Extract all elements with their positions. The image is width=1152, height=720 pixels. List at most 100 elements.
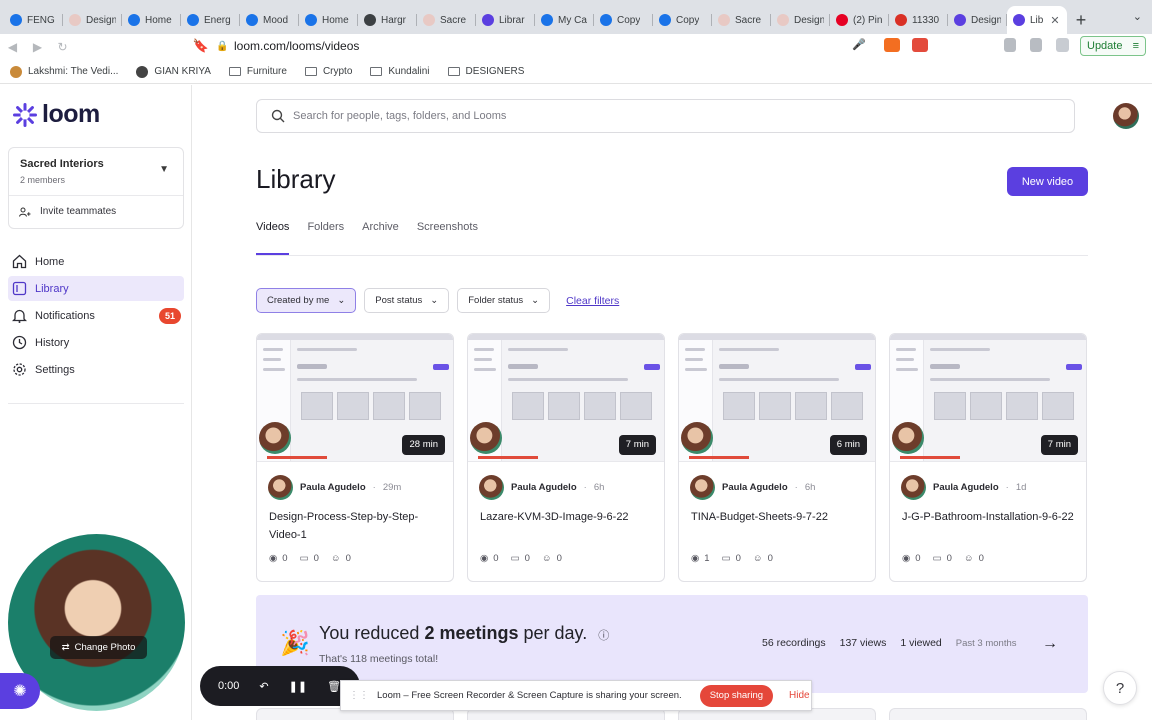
browser-tab[interactable]: Sacre bbox=[712, 6, 771, 34]
bookmark-item[interactable]: Lakshmi: The Vedi... bbox=[10, 65, 118, 78]
video-thumbnail[interactable]: 7 min bbox=[890, 334, 1086, 462]
tab-favicon-icon bbox=[895, 14, 907, 26]
browser-tab[interactable]: Home bbox=[299, 6, 358, 34]
tab-videos[interactable]: Videos bbox=[256, 221, 290, 255]
pause-icon[interactable]: ❚❚ bbox=[289, 680, 307, 693]
browser-tab[interactable]: Hargr bbox=[358, 6, 417, 34]
bookmark-item[interactable]: Furniture bbox=[228, 66, 287, 77]
browser-tab[interactable]: Lib ✕ bbox=[1007, 6, 1067, 34]
mic-icon[interactable]: 🎤 bbox=[852, 38, 866, 51]
reload-icon[interactable]: ↻ bbox=[50, 40, 75, 54]
clear-filters-link[interactable]: Clear filters bbox=[566, 295, 619, 307]
filter-dropdown[interactable]: Post status ⌄ bbox=[364, 288, 450, 313]
user-avatar[interactable] bbox=[1113, 103, 1139, 129]
sidebar-item-history[interactable]: History bbox=[8, 330, 184, 355]
video-thumbnail[interactable]: 6 min bbox=[679, 334, 875, 462]
thumbnail-detail bbox=[297, 378, 417, 381]
thumbnail-detail bbox=[723, 392, 755, 420]
video-thumbnail[interactable]: 7 min bbox=[468, 334, 664, 462]
video-thumbnail[interactable]: 28 min bbox=[257, 334, 453, 462]
hide-button[interactable]: Hide bbox=[789, 690, 810, 701]
browser-tab[interactable]: Design bbox=[948, 6, 1007, 34]
tab-search-icon[interactable]: ⌄ bbox=[1133, 10, 1142, 23]
search-input[interactable]: Search for people, tags, folders, and Lo… bbox=[293, 110, 506, 122]
browser-tab[interactable]: Energ bbox=[181, 6, 240, 34]
media-controls-icon[interactable] bbox=[1030, 38, 1042, 52]
video-title[interactable]: Design-Process-Step-by-Step-Video-1 bbox=[269, 508, 445, 544]
brave-rewards-icon[interactable] bbox=[912, 38, 928, 52]
bookmark-item[interactable]: GIAN KRIYA bbox=[136, 65, 211, 78]
sidebar-item-library[interactable]: Library bbox=[8, 276, 184, 301]
comment-icon: ▭ bbox=[299, 553, 309, 564]
sidebar-item-notifications[interactable]: Notifications 51 bbox=[8, 303, 184, 328]
bookmark-item[interactable]: DESIGNERS bbox=[447, 66, 524, 77]
library-tabs: Videos Folders Archive Screenshots bbox=[256, 221, 478, 255]
video-title[interactable]: J-G-P-Bathroom-Installation-9-6-22 bbox=[902, 508, 1078, 526]
browser-tab[interactable]: 11330 bbox=[889, 6, 948, 34]
filter-dropdown[interactable]: Folder status ⌄ bbox=[457, 288, 551, 313]
change-photo-button[interactable]: ⇄ Change Photo bbox=[50, 636, 147, 659]
lock-icon[interactable]: 🔒 bbox=[216, 41, 234, 52]
video-title[interactable]: TINA-Budget-Sheets-9-7-22 bbox=[691, 508, 867, 526]
tab-label: Design bbox=[971, 14, 1001, 26]
tab-screenshots[interactable]: Screenshots bbox=[417, 221, 478, 255]
browser-tab[interactable]: (2) Pin bbox=[830, 6, 889, 34]
wallet-icon[interactable] bbox=[1056, 38, 1069, 52]
tab-label: Home bbox=[145, 14, 172, 26]
video-card[interactable]: 7 min Paula Agudelo · 6h Lazare-KVM-3D-Image… bbox=[467, 333, 665, 582]
loom-logo[interactable]: loom bbox=[12, 100, 100, 129]
browser-tab[interactable]: Sacre bbox=[417, 6, 476, 34]
browser-tab[interactable]: Librar bbox=[476, 6, 535, 34]
sidebar-item-home[interactable]: Home bbox=[8, 249, 184, 274]
undo-icon[interactable]: ↶ bbox=[259, 680, 268, 693]
help-button[interactable]: ? bbox=[1103, 671, 1137, 705]
filter-dropdown[interactable]: Created by me ⌄ bbox=[256, 288, 357, 313]
address-bar[interactable]: 🔖 🔒 loom.com/looms/videos 🎤 bbox=[186, 35, 876, 57]
thumbnail-detail bbox=[474, 358, 492, 361]
extension-icon[interactable] bbox=[1004, 38, 1016, 52]
browser-tab[interactable]: Design bbox=[63, 6, 122, 34]
video-stats: ◉ 0 ▭ 0 ☺ 0 bbox=[480, 553, 562, 564]
tab-archive[interactable]: Archive bbox=[362, 221, 399, 255]
brave-shield-icon[interactable] bbox=[884, 38, 900, 52]
tab-folders[interactable]: Folders bbox=[307, 221, 344, 255]
close-icon[interactable]: ✕ bbox=[1050, 14, 1059, 27]
browser-tab[interactable]: My Ca bbox=[535, 6, 594, 34]
browser-tab[interactable]: Copy bbox=[594, 6, 653, 34]
video-card[interactable]: 6 min Paula Agudelo · 6h TINA-Budget-Sheets-… bbox=[678, 333, 876, 582]
back-icon[interactable]: ◀ bbox=[0, 40, 25, 54]
info-icon[interactable]: ⓘ bbox=[598, 630, 609, 642]
new-video-button[interactable]: New video bbox=[1007, 167, 1088, 196]
workspace-switcher[interactable]: Sacred Interiors 2 members ▼ Invite team… bbox=[8, 147, 184, 229]
browser-tab[interactable]: Design bbox=[771, 6, 830, 34]
forward-icon[interactable]: ▶ bbox=[25, 40, 50, 54]
browser-tab[interactable]: FENG bbox=[4, 6, 63, 34]
video-card[interactable]: 28 min Paula Agudelo · 29m Design-Process-St… bbox=[256, 333, 454, 582]
browser-tab[interactable]: Home bbox=[122, 6, 181, 34]
bookmark-item[interactable]: Kundalini bbox=[370, 66, 430, 77]
chevron-down-icon[interactable]: ▼ bbox=[159, 164, 169, 175]
thumbnail-detail bbox=[620, 392, 652, 420]
video-title[interactable]: Lazare-KVM-3D-Image-9-6-22 bbox=[480, 508, 656, 526]
search-bar[interactable]: Search for people, tags, folders, and Lo… bbox=[256, 99, 1075, 133]
sidebar-item-settings[interactable]: Settings bbox=[8, 357, 184, 382]
browser-tab[interactable]: Copy bbox=[653, 6, 712, 34]
loom-recorder-icon[interactable]: ✺ bbox=[0, 673, 40, 709]
video-card[interactable]: 7 min Paula Agudelo · 1d J-G-P-Bathroom-Inst… bbox=[889, 333, 1087, 582]
drag-handle-icon[interactable]: ⋮⋮ bbox=[349, 690, 369, 701]
new-tab-button[interactable]: + bbox=[1067, 6, 1095, 34]
video-card-partial[interactable] bbox=[889, 708, 1087, 720]
stat-value: 0 bbox=[313, 553, 319, 564]
bookmark-icon[interactable]: 🔖 bbox=[186, 38, 216, 54]
invite-teammates-button[interactable]: Invite teammates bbox=[19, 206, 116, 217]
url-text[interactable]: loom.com/looms/videos bbox=[234, 39, 359, 53]
update-button[interactable]: Update ≡ bbox=[1080, 36, 1146, 56]
delete-icon[interactable]: 🗑 bbox=[327, 680, 341, 693]
thumbnail-detail bbox=[1066, 364, 1082, 370]
arrow-right-icon[interactable]: → bbox=[1042, 635, 1058, 653]
tab-favicon-icon bbox=[69, 14, 81, 26]
bookmark-item[interactable]: Crypto bbox=[304, 66, 352, 77]
browser-tab[interactable]: Mood bbox=[240, 6, 299, 34]
stop-sharing-button[interactable]: Stop sharing bbox=[699, 684, 774, 707]
thumbnail-detail bbox=[267, 456, 327, 459]
